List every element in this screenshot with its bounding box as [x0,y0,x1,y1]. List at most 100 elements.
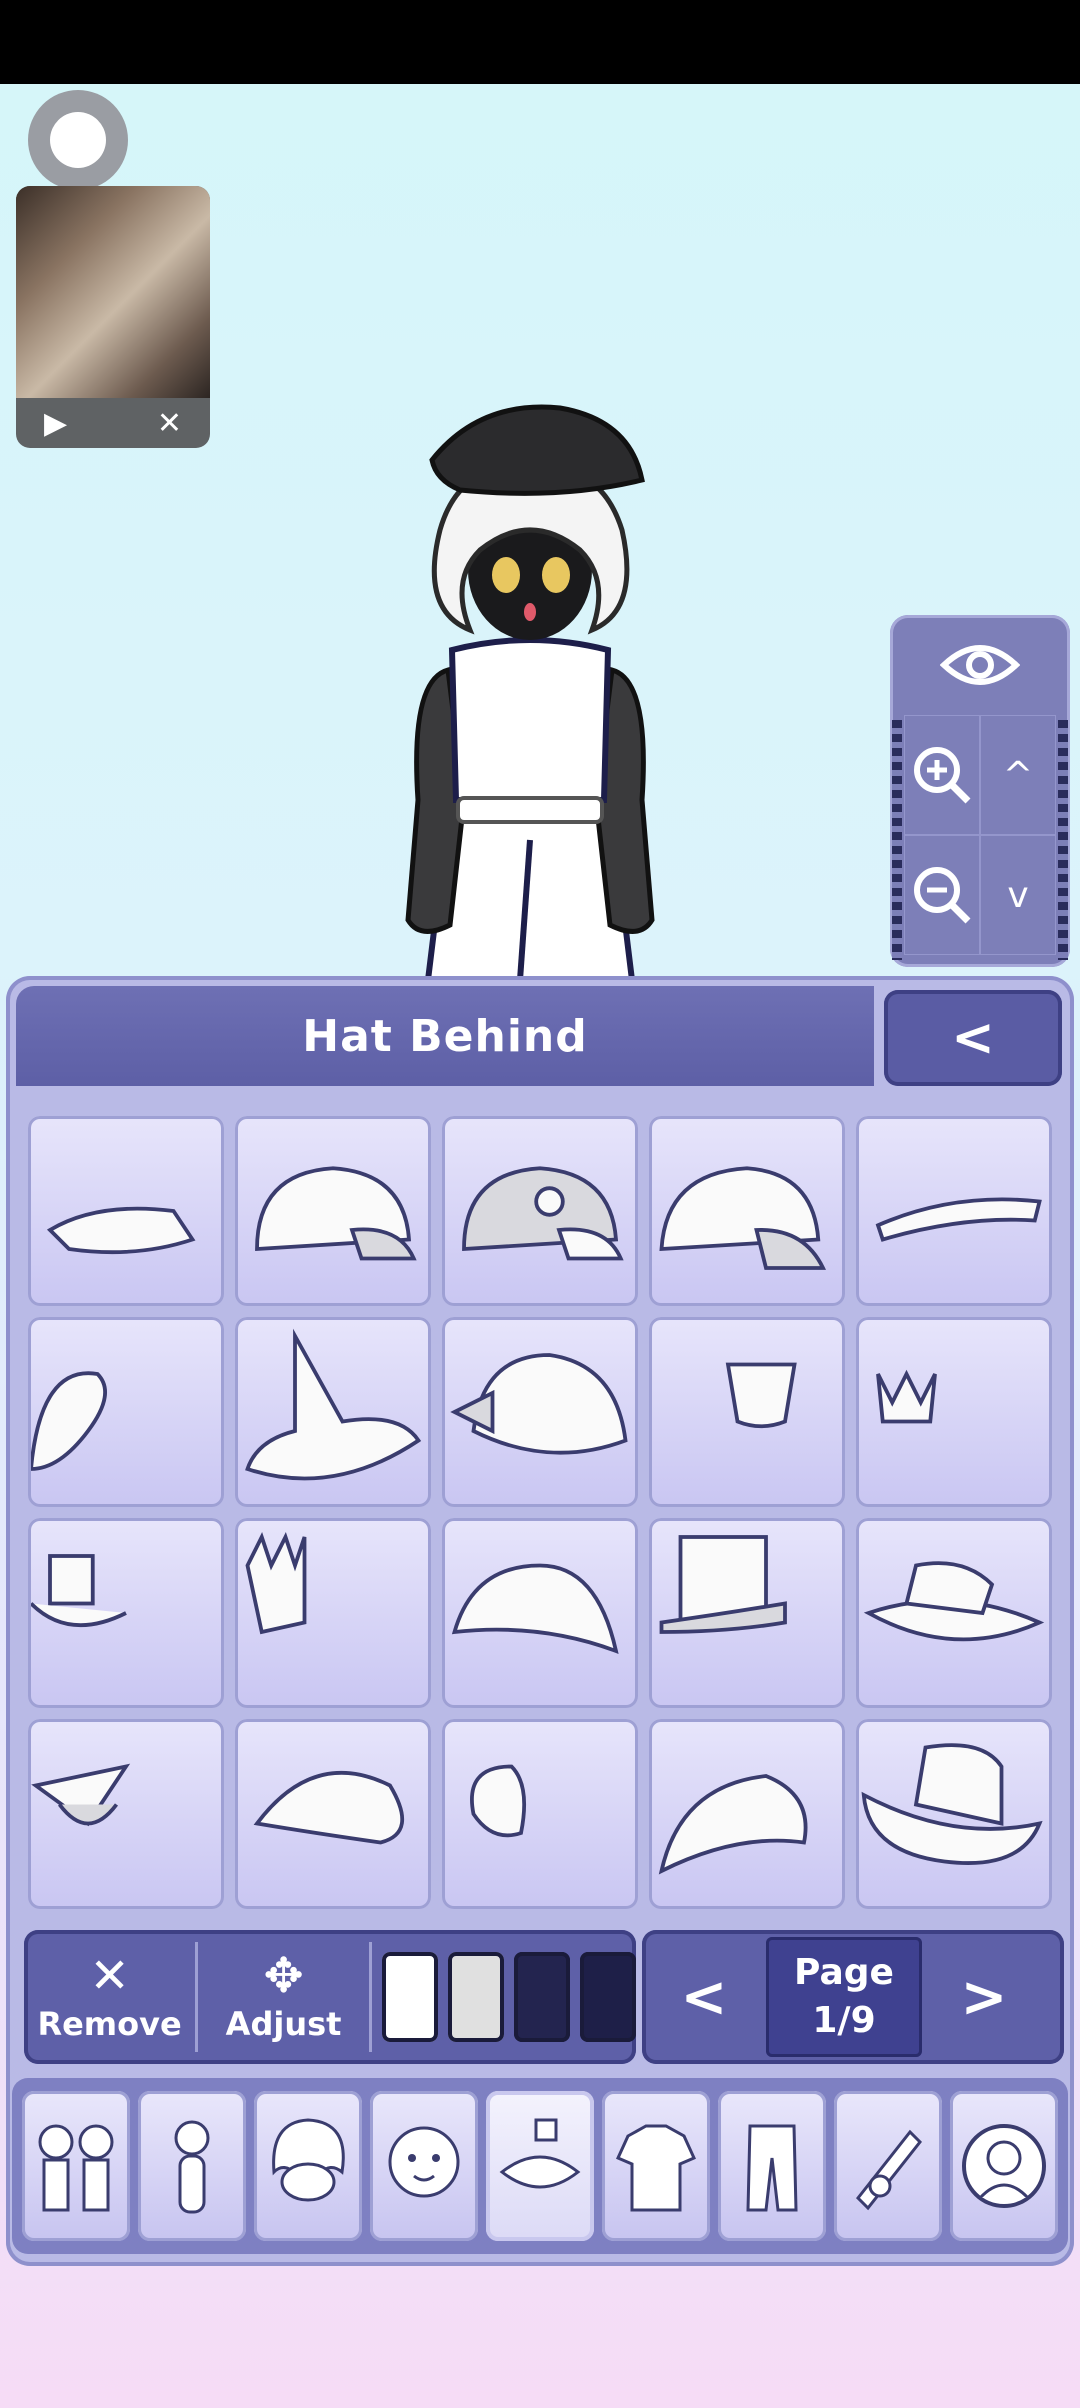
small-crown-icon [876,1369,937,1424]
play-icon[interactable]: ▶ [44,406,67,441]
item-slot-4[interactable] [649,1116,845,1306]
panel-title: Hat Behind [16,986,874,1086]
item-slot-2[interactable] [235,1116,431,1306]
color-swatch-3[interactable] [514,1952,570,2042]
mini-top-hat-icon [31,1554,127,1628]
camera-controls: ^ v [890,615,1070,967]
visibility-toggle[interactable] [890,615,1070,715]
category-tab-3[interactable] [254,2091,362,2241]
item-slot-15[interactable] [856,1518,1052,1708]
category-tab-8[interactable] [834,2091,942,2241]
top-hat-icon [659,1535,787,1634]
adjust-label: Adjust [225,2005,342,2043]
bucket-hat-icon [451,1563,619,1655]
category-tab-4[interactable] [370,2091,478,2241]
wide-brim-hat-icon [863,1561,1045,1642]
record-dot-icon [50,112,106,168]
item-slot-17[interactable] [235,1719,431,1909]
item-slot-6[interactable] [28,1317,224,1507]
video-thumbnail [16,186,210,398]
baseball-cap-side-icon [659,1166,827,1270]
item-slot-16[interactable] [28,1719,224,1909]
profile-icon [962,2124,1046,2208]
page-label: Page [794,1952,894,1993]
chevron-down-icon: v [1007,874,1029,916]
item-panel: Hat Behind < ✕ Remove ✥ Adjust < Page 1/… [6,976,1074,2266]
category-tab-9[interactable] [950,2091,1058,2241]
witch-hat-icon [245,1328,422,1481]
cap-with-emblem-icon [462,1166,624,1261]
color-swatch-4[interactable] [580,1952,636,2042]
close-icon[interactable]: ✕ [157,406,182,441]
hair-icon [272,2118,345,2202]
item-slot-5[interactable] [856,1116,1052,1306]
record-button[interactable] [28,90,128,190]
item-grid [28,1116,1056,1909]
character-preview[interactable] [360,380,700,980]
baseball-cap-icon [255,1166,417,1261]
prev-page-button[interactable]: < [642,1930,766,2064]
tall-crown-icon [245,1532,307,1635]
move-arrows-icon: ✥ [263,1948,304,2004]
body-icon [174,2120,210,2214]
item-slot-18[interactable] [442,1719,638,1909]
category-tab-1[interactable] [22,2091,130,2241]
item-slot-11[interactable] [28,1518,224,1708]
item-slot-12[interactable] [235,1518,431,1708]
item-slot-20[interactable] [856,1719,1052,1909]
item-slot-3[interactable] [442,1116,638,1306]
item-slot-14[interactable] [649,1518,845,1708]
zoom-in-button[interactable] [904,715,980,835]
category-tab-5[interactable] [486,2091,594,2241]
chef-hat-icon [470,1764,527,1838]
graduation-cap-icon [31,1763,131,1827]
back-button[interactable]: < [884,990,1062,1086]
visor-flat-icon [875,1197,1042,1242]
item-slot-8[interactable] [442,1317,638,1507]
category-tab-2[interactable] [138,2091,246,2241]
shirt-icon [616,2124,696,2212]
item-slot-19[interactable] [649,1719,845,1909]
item-slot-10[interactable] [856,1317,1052,1507]
face-icon [388,2126,460,2198]
accessories-icon [499,2118,581,2189]
small-fez-icon [725,1362,797,1429]
color-swatch-1[interactable] [382,1952,438,2042]
item-slot-13[interactable] [442,1518,638,1708]
page-value: 1/9 [812,2000,876,2041]
eye-icon [940,645,1020,685]
item-slot-1[interactable] [28,1116,224,1306]
zoom-in-icon [914,747,971,804]
pants-icon [746,2124,798,2212]
weapon-props-icon [855,2129,923,2211]
remove-label: Remove [37,2005,182,2043]
flat-cap-icon [253,1771,405,1845]
color-swatches [382,1952,636,2042]
page-indicator: Page 1/9 [766,1937,922,2057]
move-up-button[interactable]: ^ [980,715,1056,835]
ribbon-sunhat-icon [450,1353,628,1455]
right-rail [1058,720,1068,960]
video-preview[interactable]: ▶ ✕ [16,186,210,448]
category-bar [12,2078,1068,2254]
color-swatch-2[interactable] [448,1952,504,2042]
item-slot-7[interactable] [235,1317,431,1507]
newsboy-cap-icon [658,1774,808,1875]
couple-preset-icon [38,2124,114,2212]
remove-button[interactable]: ✕ Remove [24,1930,195,2064]
move-down-button[interactable]: v [980,835,1056,955]
status-bar [0,0,1080,84]
tool-bar: ✕ Remove ✥ Adjust [24,1930,636,2064]
zoom-out-button[interactable] [904,835,980,955]
zoom-out-icon [914,867,971,924]
cowboy-hat-icon [861,1743,1043,1865]
category-tab-6[interactable] [602,2091,710,2241]
adjust-button[interactable]: ✥ Adjust [198,1930,369,2064]
pager: < Page 1/9 > [642,1930,1064,2064]
item-slot-9[interactable] [649,1317,845,1507]
divider [369,1942,372,2052]
close-icon: ✕ [89,1948,130,2004]
beret-partial-icon [31,1371,107,1471]
next-page-button[interactable]: > [922,1930,1046,2064]
category-tab-7[interactable] [718,2091,826,2241]
